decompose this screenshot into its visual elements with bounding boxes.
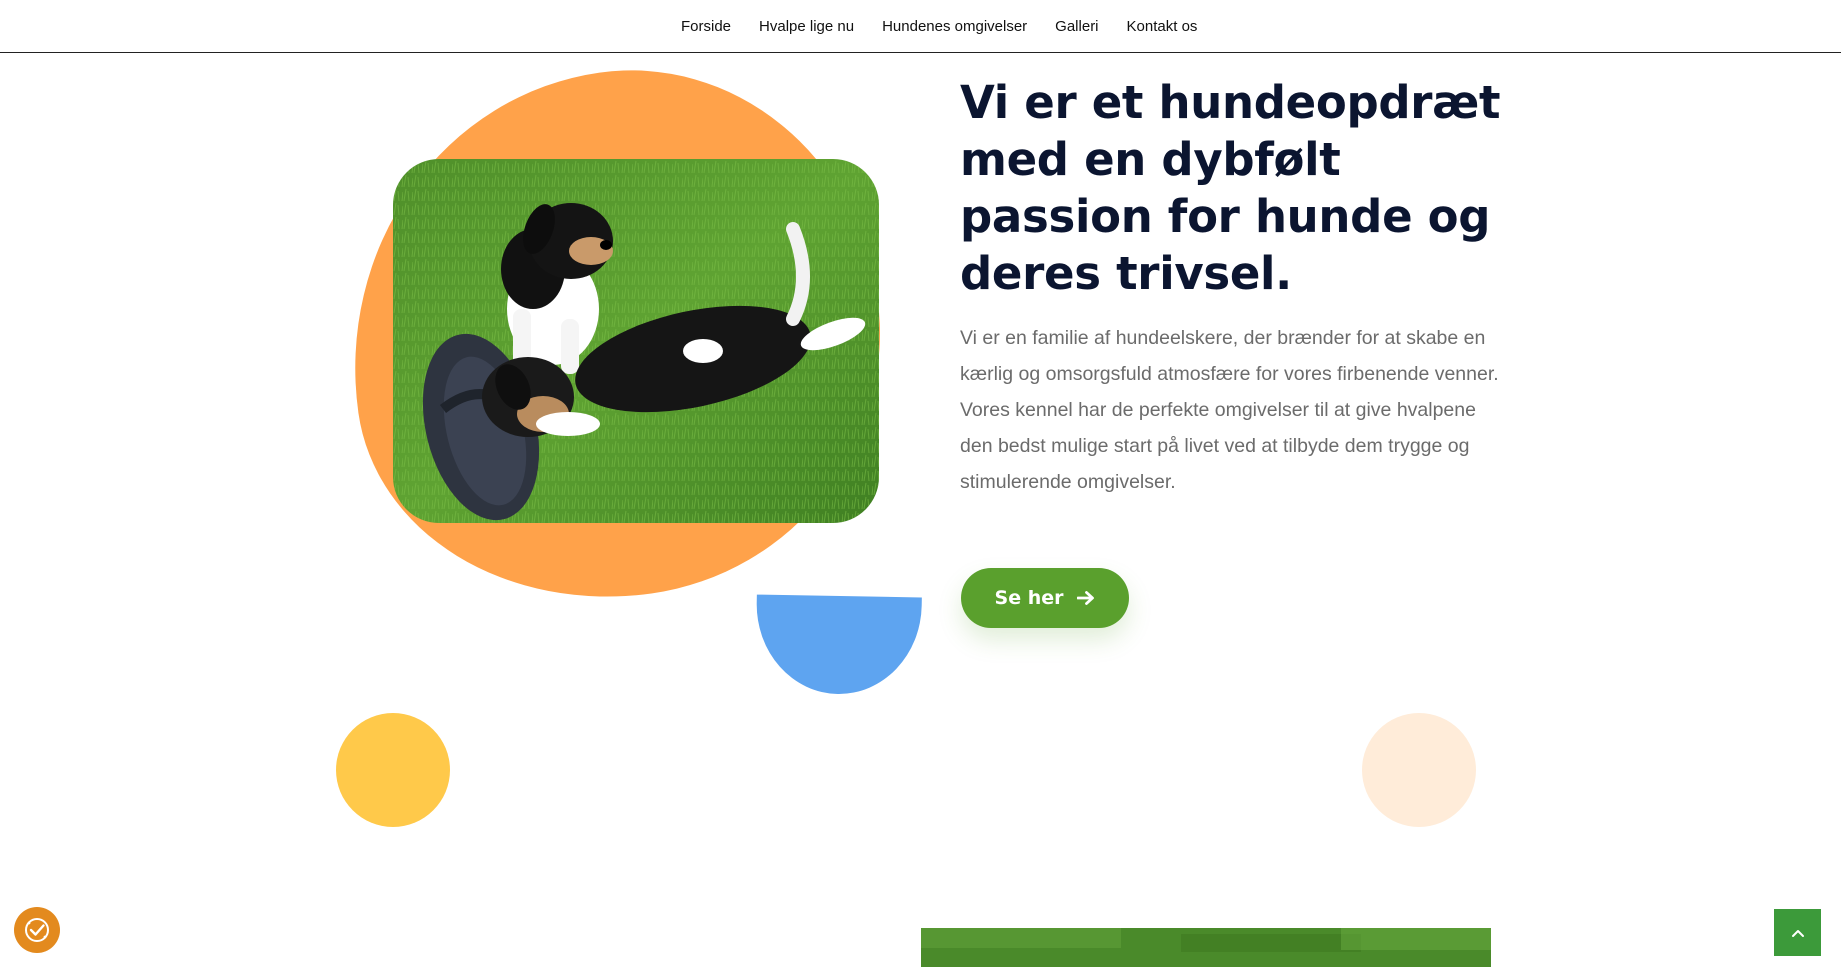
nav-item-galleri: Galleri	[1041, 17, 1112, 37]
nav-link-hvalpe[interactable]: Hvalpe lige nu	[745, 17, 868, 37]
peach-circle-decoration	[1362, 713, 1476, 827]
cookie-consent-button[interactable]	[14, 907, 60, 953]
nav-link-galleri[interactable]: Galleri	[1041, 17, 1112, 37]
se-her-button-label: Se her	[994, 587, 1064, 609]
grass-photo	[921, 928, 1491, 967]
nav-link-omgivelser[interactable]: Hundenes omgivelser	[868, 17, 1041, 37]
hero-title: Vi er et hundeopdræt med en dybfølt pass…	[960, 76, 1501, 300]
section-photo-preview	[921, 928, 1491, 967]
se-her-button[interactable]: Se her	[961, 568, 1129, 628]
top-navigation: Forside Hvalpe lige nu Hundenes omgivels…	[0, 0, 1841, 53]
nav-item-hvalpe: Hvalpe lige nu	[745, 17, 868, 37]
cookie-consent-icon	[25, 918, 49, 942]
nav-item-omgivelser: Hundenes omgivelser	[868, 17, 1041, 37]
arrow-right-icon	[1077, 591, 1095, 605]
nav-menu: Forside Hvalpe lige nu Hundenes omgivels…	[667, 17, 1211, 37]
nav-link-kontakt[interactable]: Kontakt os	[1113, 17, 1212, 37]
puppies-illustration	[393, 159, 879, 523]
hero-puppies-photo	[393, 159, 879, 523]
blue-half-circle-decoration	[755, 594, 922, 696]
nav-link-forside[interactable]: Forside	[667, 17, 745, 37]
yellow-circle-decoration	[336, 713, 450, 827]
scroll-to-top-button[interactable]	[1774, 909, 1821, 956]
hero-description: Vi er en familie af hundeelskere, der br…	[960, 327, 1499, 493]
chevron-up-icon	[1791, 929, 1804, 937]
nav-item-kontakt: Kontakt os	[1113, 17, 1212, 37]
nav-item-forside: Forside	[667, 17, 745, 37]
